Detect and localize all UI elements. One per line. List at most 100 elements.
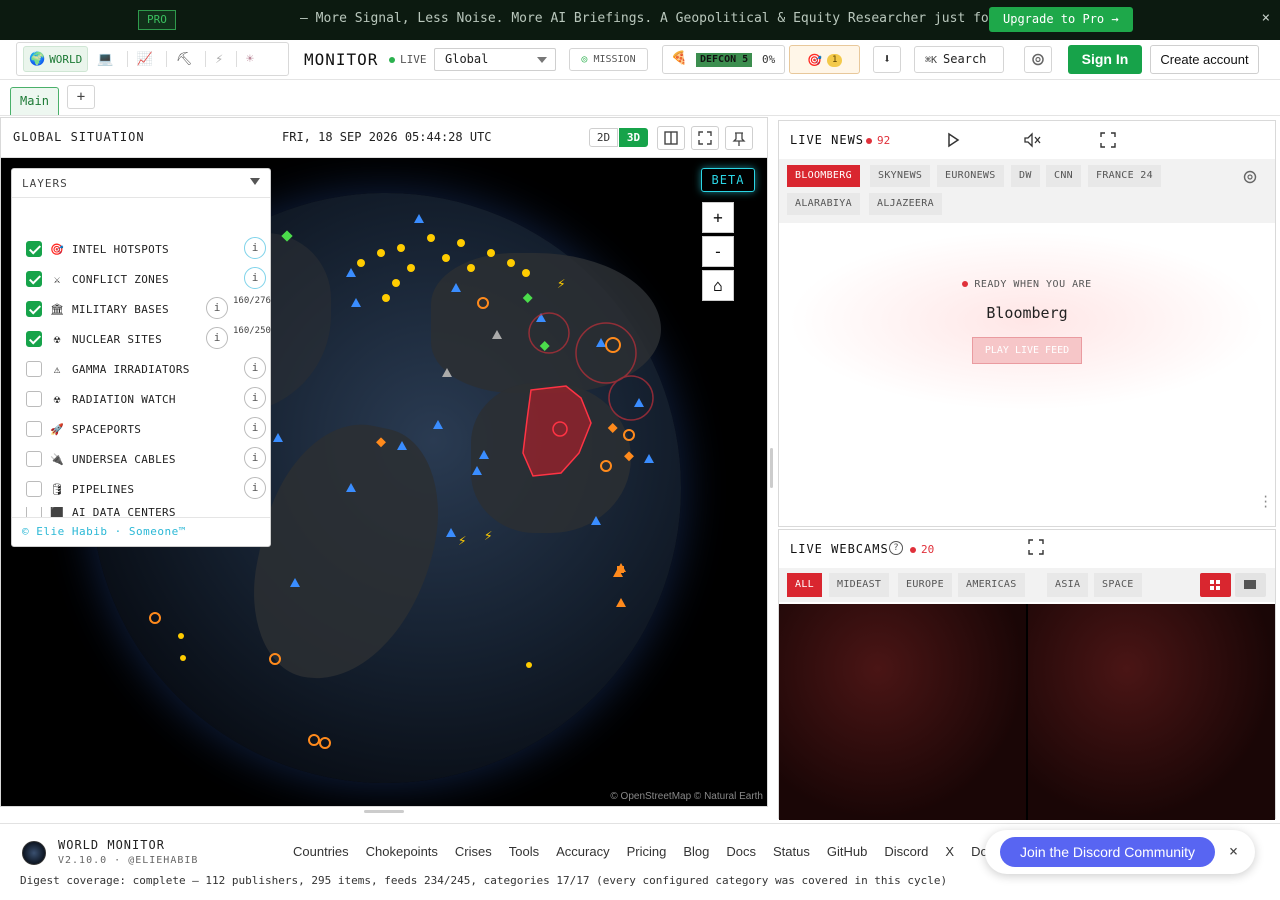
expand-icon[interactable] — [1028, 539, 1044, 555]
footer-link-chokepoints[interactable]: Chokepoints — [366, 844, 438, 859]
news-player[interactable]: READY WHEN YOU ARE Bloomberg PLAY LIVE F… — [787, 231, 1267, 411]
resize-handle-vertical[interactable] — [770, 448, 773, 488]
channel-cnn[interactable]: CNN — [1046, 165, 1081, 187]
pin-button[interactable] — [725, 126, 753, 150]
channel-settings-icon[interactable] — [1242, 169, 1258, 185]
channel-dw[interactable]: DW — [1011, 165, 1040, 187]
channel-euronews[interactable]: EURONEWS — [937, 165, 1004, 187]
layer-undersea-cables[interactable]: 🔌 UNDERSEA CABLES — [26, 449, 266, 469]
layer-checkbox[interactable] — [26, 271, 42, 287]
layer-checkbox[interactable] — [26, 481, 42, 497]
fullscreen-button[interactable] — [691, 126, 719, 150]
channel-bloomberg[interactable]: BLOOMBERG — [787, 165, 860, 187]
help-icon[interactable]: ? — [889, 541, 903, 555]
footer-link-tools[interactable]: Tools — [509, 844, 539, 859]
settings-button[interactable] — [1024, 46, 1052, 73]
download-button[interactable]: ⬇ — [873, 46, 901, 73]
info-icon[interactable]: i — [244, 477, 266, 499]
footer-link-status[interactable]: Status — [773, 844, 810, 859]
info-icon[interactable]: i — [244, 237, 266, 259]
filter-americas[interactable]: AMERICAS — [958, 573, 1025, 597]
channel-skynews[interactable]: SKYNEWS — [870, 165, 931, 187]
layer-radiation-watch[interactable]: ☢ RADIATION WATCH — [26, 389, 266, 409]
play-live-feed-button[interactable]: PLAY LIVE FEED — [972, 337, 1082, 364]
layer-checkbox[interactable] — [26, 421, 42, 437]
footer-link-docs[interactable]: Docs — [726, 844, 756, 859]
search-button[interactable]: ⌘K Search — [914, 46, 1004, 73]
upgrade-button[interactable]: Upgrade to Pro → — [989, 7, 1133, 32]
panel-layout-button[interactable] — [657, 126, 685, 150]
layer-gamma-irradiators[interactable]: ⚠ GAMMA IRRADIATORS — [26, 359, 266, 379]
variant-energy[interactable]: ⚡ — [210, 46, 232, 72]
channel-france24[interactable]: FRANCE 24 — [1088, 165, 1161, 187]
layer-conflict-zones[interactable]: ⚔ CONFLICT ZONES — [26, 269, 266, 289]
channel-aljazeera[interactable]: ALJAZEERA — [869, 193, 942, 215]
footer-link-blog[interactable]: Blog — [683, 844, 709, 859]
layer-intel-hotspots[interactable]: 🎯 INTEL HOTSPOTS — [26, 239, 266, 259]
play-icon[interactable] — [945, 132, 961, 148]
layer-military-bases[interactable]: 🏛 MILITARY BASES — [26, 299, 266, 319]
resize-handle-horizontal[interactable] — [364, 810, 404, 813]
info-icon[interactable]: i — [244, 357, 266, 379]
layer-checkbox[interactable] — [26, 451, 42, 467]
zoom-out-button[interactable]: - — [702, 236, 734, 267]
zoom-in-button[interactable]: + — [702, 202, 734, 233]
layer-spaceports[interactable]: 🚀 SPACEPORTS — [26, 419, 266, 439]
footer-link-github[interactable]: GitHub — [827, 844, 867, 859]
webcam-tile[interactable] — [779, 604, 1026, 820]
region-select[interactable]: Global — [434, 48, 556, 71]
filter-europe[interactable]: EUROPE — [898, 573, 952, 597]
close-icon[interactable]: × — [1229, 842, 1238, 860]
alerts-button[interactable]: 🎯 1 — [789, 45, 860, 74]
mute-icon[interactable] — [1023, 132, 1043, 148]
layer-checkbox[interactable] — [26, 331, 42, 347]
variant-happy[interactable]: ☀ — [241, 46, 263, 72]
layer-checkbox[interactable] — [26, 391, 42, 407]
tab-main[interactable]: Main — [10, 87, 59, 115]
info-icon[interactable]: i — [244, 267, 266, 289]
variant-tech[interactable]: 💻 — [92, 46, 122, 72]
variant-commodity[interactable]: ⛏ — [171, 46, 202, 72]
footer-link-discord[interactable]: Discord — [884, 844, 928, 859]
info-icon[interactable]: i — [244, 447, 266, 469]
info-icon[interactable]: i — [244, 417, 266, 439]
mission-button[interactable]: ◎ MISSION — [569, 48, 648, 71]
add-tab-button[interactable]: + — [67, 85, 95, 109]
create-account-button[interactable]: Create account — [1150, 45, 1259, 74]
footer-link-countries[interactable]: Countries — [293, 844, 349, 859]
join-discord-button[interactable]: Join the Discord Community — [1000, 837, 1215, 867]
layer-checkbox[interactable] — [26, 507, 42, 517]
webcam-tile[interactable] — [1026, 604, 1275, 820]
filter-all[interactable]: ALL — [787, 573, 822, 597]
layer-checkbox[interactable] — [26, 361, 42, 377]
layer-checkbox[interactable] — [26, 241, 42, 257]
filter-space[interactable]: SPACE — [1094, 573, 1142, 597]
footer-link-accuracy[interactable]: Accuracy — [556, 844, 609, 859]
footer-link-pricing[interactable]: Pricing — [627, 844, 667, 859]
info-icon[interactable]: i — [244, 387, 266, 409]
more-options-icon[interactable]: · · · — [1262, 491, 1269, 513]
grid-view-button[interactable] — [1200, 573, 1231, 597]
layer-checkbox[interactable] — [26, 301, 42, 317]
variant-world[interactable]: 🌍 WORLD — [23, 46, 89, 72]
filter-mideast[interactable]: MIDEAST — [829, 573, 890, 597]
mode-2d-button[interactable]: 2D — [589, 128, 618, 147]
footer-link-crises[interactable]: Crises — [455, 844, 492, 859]
defcon-indicator[interactable]: 🍕 DEFCON 5 0% — [662, 45, 785, 74]
home-button[interactable]: ⌂ — [702, 270, 734, 301]
info-icon[interactable]: i — [206, 297, 228, 319]
footer-link-x[interactable]: X — [945, 844, 954, 859]
channel-alarabiya[interactable]: ALARABIYA — [787, 193, 860, 215]
info-icon[interactable]: i — [206, 327, 228, 349]
sign-in-button[interactable]: Sign In — [1068, 45, 1142, 74]
layer-pipelines[interactable]: 🛢 PIPELINES — [26, 479, 266, 499]
layer-nuclear-sites[interactable]: ☢ NUCLEAR SITES — [26, 329, 266, 349]
mode-3d-button[interactable]: 3D — [619, 128, 648, 147]
single-view-button[interactable] — [1235, 573, 1266, 597]
expand-icon[interactable] — [1100, 132, 1116, 148]
promo-close-icon[interactable]: × — [1262, 10, 1270, 26]
collapse-layers-icon[interactable] — [250, 178, 260, 185]
layer-ai-data-centers[interactable]: ⬛ AI DATA CENTERS — [26, 507, 266, 517]
filter-asia[interactable]: ASIA — [1047, 573, 1089, 597]
variant-finance[interactable]: 📈 — [132, 46, 162, 72]
